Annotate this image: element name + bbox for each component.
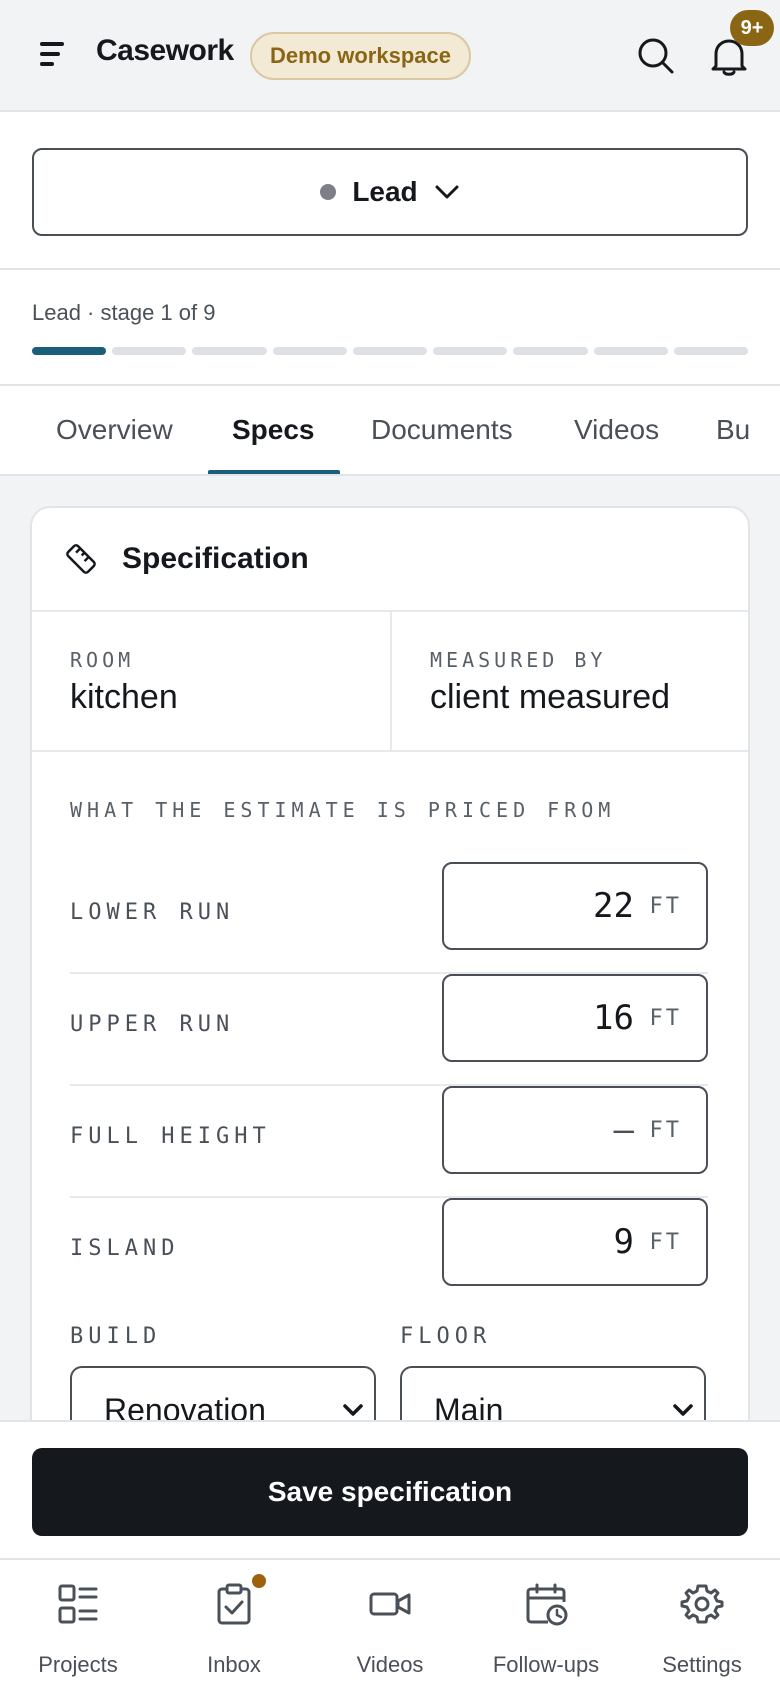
notification-count-badge: 9+: [730, 10, 774, 46]
workspace-badge: Demo workspace: [250, 32, 471, 80]
progress-segment: [112, 347, 187, 355]
measurement-row-full-height: FULL HEIGHT — FT: [70, 1086, 708, 1198]
measured-by-value: client measured: [430, 678, 671, 716]
video-icon: [369, 1592, 411, 1616]
estimate-section-label: WHAT THE ESTIMATE IS PRICED FROM: [70, 798, 616, 822]
nav-label: Settings: [662, 1652, 742, 1677]
stage-progress-text: Lead · stage 1 of 9: [32, 300, 216, 325]
row-label: FULL HEIGHT: [70, 1124, 271, 1149]
nav-settings[interactable]: Settings: [624, 1560, 780, 1688]
full-height-input[interactable]: — FT: [442, 1086, 708, 1174]
nav-label: Inbox: [207, 1652, 261, 1677]
top-bar: Casework Demo workspace 9+: [0, 0, 780, 112]
tab-specs[interactable]: Specs: [232, 414, 315, 446]
input-value: —: [613, 1110, 634, 1150]
progress-segment: [513, 347, 588, 355]
save-bar: Save specification: [0, 1420, 780, 1558]
spec-meta: ROOM kitchen MEASURED BY client measured: [32, 612, 748, 752]
card-header: Specification: [32, 508, 748, 612]
progress-segment: [272, 347, 347, 355]
search-icon[interactable]: [636, 36, 676, 76]
input-value: 9: [613, 1222, 634, 1262]
build-label: BUILD: [70, 1324, 162, 1349]
tab-bar: Overview Specs Documents Videos Bu: [0, 386, 780, 476]
upper-run-input[interactable]: 16 FT: [442, 974, 708, 1062]
lower-run-input[interactable]: 22 FT: [442, 862, 708, 950]
brand-title: Casework: [96, 34, 234, 67]
nav-label: Videos: [356, 1652, 424, 1677]
card-title: Specification: [122, 542, 309, 575]
calendar-clock-icon: [526, 1583, 568, 1626]
nav-label: Follow-ups: [492, 1652, 600, 1677]
stage-progress: Lead · stage 1 of 9: [0, 270, 780, 386]
stage-select[interactable]: Lead: [32, 148, 748, 236]
room-value: kitchen: [70, 678, 178, 716]
chevron-down-icon: [435, 185, 459, 199]
bottom-nav: Projects Inbox Videos Follow-ups Setting…: [0, 1558, 780, 1688]
row-label: UPPER RUN: [70, 1012, 235, 1037]
input-value: 16: [593, 998, 634, 1038]
measured-by-cell: MEASURED BY client measured: [390, 612, 748, 750]
nav-label: Projects: [38, 1652, 118, 1677]
chevron-down-icon: [343, 1404, 363, 1416]
floor-label: FLOOR: [400, 1324, 492, 1349]
inbox-icon: [217, 1583, 251, 1625]
progress-segment: [593, 347, 668, 355]
stage-label: Lead: [352, 176, 418, 207]
save-specification-button[interactable]: Save specification: [32, 1448, 748, 1536]
stage-status-dot: [320, 184, 337, 200]
tab-overview[interactable]: Overview: [56, 414, 173, 446]
progress-segment: [433, 347, 508, 355]
stage-progress-bar: [32, 347, 748, 355]
specification-card: Specification ROOM kitchen MEASURED BY c…: [30, 506, 750, 1506]
stage-section: Lead: [0, 112, 780, 270]
projects-icon: [58, 1584, 98, 1624]
progress-segment: [32, 347, 107, 355]
progress-segment: [352, 347, 428, 355]
measured-by-label: MEASURED BY: [430, 648, 607, 672]
input-unit: FT: [649, 1006, 682, 1031]
unread-dot: [252, 1574, 266, 1588]
room-label: ROOM: [70, 648, 135, 672]
gear-icon: [680, 1584, 724, 1624]
menu-icon[interactable]: [36, 38, 74, 74]
active-tab-indicator: [208, 470, 340, 474]
progress-segment: [192, 347, 267, 355]
measurement-row-lower-run: LOWER RUN 22 FT: [70, 862, 708, 974]
island-input[interactable]: 9 FT: [442, 1198, 708, 1286]
nav-follow-ups[interactable]: Follow-ups: [468, 1560, 624, 1688]
row-label: LOWER RUN: [70, 900, 235, 925]
tab-partial[interactable]: Bu: [716, 414, 750, 446]
measurement-row-island: ISLAND 9 FT: [70, 1198, 708, 1310]
chevron-down-icon: [673, 1404, 693, 1416]
measurement-row-upper-run: UPPER RUN 16 FT: [70, 974, 708, 1086]
nav-inbox[interactable]: Inbox: [156, 1560, 312, 1688]
input-unit: FT: [649, 1230, 682, 1255]
input-unit: FT: [649, 894, 682, 919]
input-unit: FT: [649, 1118, 682, 1143]
tab-documents[interactable]: Documents: [371, 414, 513, 446]
room-cell: ROOM kitchen: [32, 612, 390, 750]
ruler-icon: [66, 544, 96, 574]
progress-segment: [673, 347, 748, 355]
nav-videos[interactable]: Videos: [312, 1560, 468, 1688]
input-value: 22: [593, 886, 634, 926]
nav-projects[interactable]: Projects: [0, 1560, 156, 1688]
tab-videos[interactable]: Videos: [574, 414, 659, 446]
row-label: ISLAND: [70, 1236, 180, 1261]
